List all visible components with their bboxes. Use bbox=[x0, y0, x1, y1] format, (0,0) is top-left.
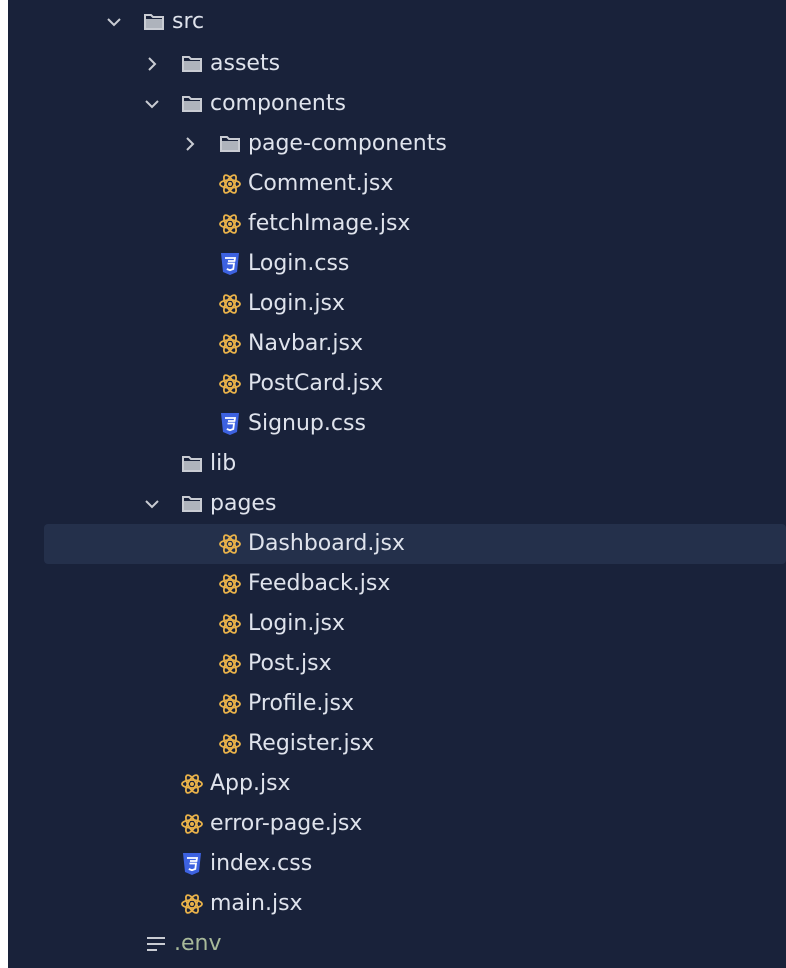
folder-icon bbox=[142, 10, 166, 34]
tree-folder-components[interactable]: components bbox=[8, 84, 786, 124]
file-label: Register.jsx bbox=[248, 731, 375, 756]
react-icon bbox=[218, 332, 242, 356]
chevron-down-icon[interactable] bbox=[106, 14, 122, 30]
react-icon bbox=[218, 652, 242, 676]
tree-file[interactable]: Signup.css bbox=[8, 404, 786, 444]
react-icon bbox=[180, 772, 204, 796]
react-icon bbox=[218, 732, 242, 756]
file-label: Signup.css bbox=[248, 411, 366, 436]
file-label: error-page.jsx bbox=[210, 811, 363, 836]
file-label: Navbar.jsx bbox=[248, 331, 364, 356]
folder-label-assets: assets bbox=[210, 51, 281, 76]
folder-label-lib: lib bbox=[210, 451, 237, 476]
tree-file[interactable]: index.css bbox=[8, 844, 786, 884]
folder-label-src: src bbox=[172, 9, 205, 34]
file-label: PostCard.jsx bbox=[248, 371, 384, 396]
react-icon bbox=[218, 692, 242, 716]
folder-label-page-components: page-components bbox=[248, 131, 447, 156]
file-label: Post.jsx bbox=[248, 651, 332, 676]
react-icon bbox=[218, 292, 242, 316]
folder-icon bbox=[180, 452, 204, 476]
css-icon bbox=[218, 252, 242, 276]
folder-icon bbox=[218, 132, 242, 156]
file-label: main.jsx bbox=[210, 891, 303, 916]
file-label-env: .env bbox=[174, 931, 222, 956]
tree-folder-assets[interactable]: assets bbox=[8, 44, 786, 84]
react-icon bbox=[218, 172, 242, 196]
env-file-icon bbox=[144, 932, 168, 956]
tree-file[interactable]: fetchImage.jsx bbox=[8, 204, 786, 244]
tree-file-selected[interactable]: Dashboard.jsx bbox=[44, 524, 786, 564]
file-label: Profile.jsx bbox=[248, 691, 354, 716]
tree-file[interactable]: Post.jsx bbox=[8, 644, 786, 684]
react-icon bbox=[218, 572, 242, 596]
folder-icon bbox=[180, 492, 204, 516]
file-label: Login.jsx bbox=[248, 611, 345, 636]
file-label: fetchImage.jsx bbox=[248, 211, 411, 236]
tree-folder-pages[interactable]: pages bbox=[8, 484, 786, 524]
tree-file[interactable]: Register.jsx bbox=[8, 724, 786, 764]
css-icon bbox=[180, 852, 204, 876]
tree-file[interactable]: Login.jsx bbox=[8, 284, 786, 324]
file-label: Login.css bbox=[248, 251, 350, 276]
tree-file[interactable]: Navbar.jsx bbox=[8, 324, 786, 364]
tree-file[interactable]: Comment.jsx bbox=[8, 164, 786, 204]
file-label: index.css bbox=[210, 851, 313, 876]
file-label: Comment.jsx bbox=[248, 171, 394, 196]
chevron-right-icon[interactable] bbox=[182, 136, 198, 152]
react-icon bbox=[180, 892, 204, 916]
file-label: App.jsx bbox=[210, 771, 291, 796]
tree-file[interactable]: Profile.jsx bbox=[8, 684, 786, 724]
tree-folder-page-components[interactable]: page-components bbox=[8, 124, 786, 164]
react-icon bbox=[180, 812, 204, 836]
tree-file[interactable]: main.jsx bbox=[8, 884, 786, 924]
tree-file[interactable]: error-page.jsx bbox=[8, 804, 786, 844]
react-icon bbox=[218, 372, 242, 396]
chevron-down-icon[interactable] bbox=[144, 96, 160, 112]
file-label: Feedback.jsx bbox=[248, 571, 391, 596]
project-file-tree: src assets components page-components Co… bbox=[8, 0, 786, 968]
tree-folder-lib[interactable]: lib bbox=[8, 444, 786, 484]
react-icon bbox=[218, 212, 242, 236]
folder-icon bbox=[180, 92, 204, 116]
tree-file[interactable]: App.jsx bbox=[8, 764, 786, 804]
tree-file[interactable]: Feedback.jsx bbox=[8, 564, 786, 604]
file-label: Login.jsx bbox=[248, 291, 345, 316]
react-icon bbox=[218, 532, 242, 556]
tree-root: src assets components page-components Co… bbox=[8, 0, 786, 964]
folder-label-components: components bbox=[210, 91, 346, 116]
folder-label-pages: pages bbox=[210, 491, 277, 516]
tree-file[interactable]: PostCard.jsx bbox=[8, 364, 786, 404]
chevron-down-icon[interactable] bbox=[144, 496, 160, 512]
file-label: Dashboard.jsx bbox=[248, 531, 405, 556]
css-icon bbox=[218, 412, 242, 436]
folder-icon bbox=[180, 52, 204, 76]
react-icon bbox=[218, 612, 242, 636]
tree-file-env[interactable]: .env bbox=[8, 924, 786, 964]
chevron-right-icon[interactable] bbox=[144, 56, 160, 72]
tree-file[interactable]: Login.css bbox=[8, 244, 786, 284]
tree-file[interactable]: Login.jsx bbox=[8, 604, 786, 644]
tree-folder-src[interactable]: src bbox=[8, 0, 786, 44]
